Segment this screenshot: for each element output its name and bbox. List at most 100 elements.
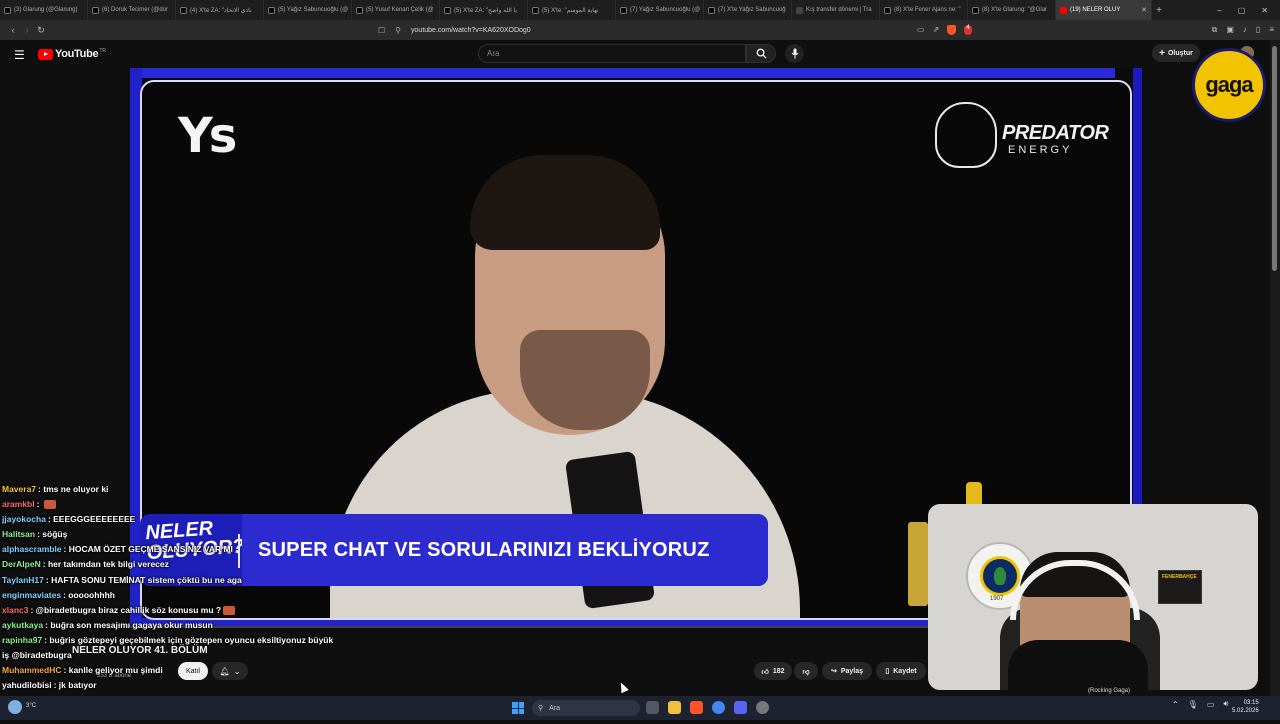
chat-text: @biradetbugra biraz cahillik söz konusu … (35, 604, 222, 615)
search-input[interactable]: Ara (478, 44, 746, 63)
weather-icon[interactable] (8, 700, 22, 714)
browser-tab[interactable]: (7) Yağız Sabuncuoğlu (@ (616, 0, 704, 20)
chat-text: EEEGGGEEEEEEEE (53, 514, 136, 525)
file-explorer-icon[interactable] (668, 701, 681, 714)
site-info-icon[interactable]: ⚲ (395, 26, 401, 35)
wallet-icon[interactable]: ▣ (1226, 25, 1234, 35)
webcam-caption: (Rocking Gaga) (1088, 688, 1131, 694)
plus-icon: + (1159, 47, 1165, 59)
browser-tab[interactable]: (8) X'te Fener Ajans ne: " (880, 0, 968, 20)
chat-username: enginmaviates (2, 589, 62, 600)
screen-icon[interactable]: ▭ (917, 25, 925, 35)
taskbar-search[interactable]: ⚲ Ara (532, 700, 640, 716)
youtube-favicon-icon (1060, 6, 1067, 14)
chat-text: buğra son mesajımı gagaya okur musun (50, 619, 213, 630)
chat-separator: : (36, 499, 42, 510)
back-icon[interactable]: ‹ (6, 25, 20, 35)
menu-icon[interactable]: ≡ (1269, 25, 1274, 35)
windows-start-icon[interactable] (512, 702, 524, 714)
brave-browser-icon[interactable] (690, 701, 703, 714)
scrollbar-thumb[interactable] (1272, 46, 1277, 271)
search-icon (756, 48, 767, 59)
mouse-cursor-icon (617, 680, 629, 694)
browser-tab[interactable]: (4) X'te ZA: "نادي الاتحاد (176, 0, 264, 20)
dislike-button[interactable]: 👎︎ (794, 662, 818, 680)
browser-tab[interactable]: (6) Doruk Tecimer (@dor (88, 0, 176, 20)
forward-icon[interactable]: › (20, 25, 34, 35)
mic-tray-icon[interactable]: 🎙︎ (1188, 700, 1198, 709)
share-icon: ↪ (830, 668, 837, 675)
wall-poster-text: FENERBAHÇE (1162, 574, 1197, 580)
chat-text: HAFTA SONU TEMİNAT sistem çöktü bu ne ag… (51, 574, 242, 585)
extensions-icon[interactable]: ⧉ (1212, 25, 1218, 35)
thumbs-up-icon: 👍︎ (761, 668, 769, 676)
close-window-button[interactable]: ✕ (1261, 6, 1268, 15)
browser-tab[interactable]: (5) X'te: "نهاية الموسم (528, 0, 616, 20)
search-button[interactable] (746, 44, 776, 63)
chat-username: Halitsan (2, 529, 36, 540)
reload-icon[interactable]: ↻ (34, 25, 48, 36)
voice-search-button[interactable] (785, 44, 804, 63)
browser-tab[interactable]: Kış transfer dönemi | Tra (792, 0, 880, 20)
settings-icon[interactable] (756, 701, 769, 714)
task-view-icon[interactable] (646, 701, 659, 714)
chat-text: tms ne oluyor ki (43, 484, 109, 494)
taskbar-search-icon: ⚲ (538, 705, 544, 712)
browser-tab-label: (7) Yağız Sabuncuoğlu (@ (630, 7, 701, 13)
share-label: Paylaş (840, 667, 864, 675)
youtube-logo[interactable]: YouTube TR (38, 48, 106, 60)
chat-username: aramkbl (2, 499, 35, 510)
chrome-icon[interactable] (712, 701, 725, 714)
chat-text: ooooohhhh (68, 589, 115, 600)
thumbs-down-icon: 👎︎ (802, 668, 810, 676)
chat-username: Mavera7 (2, 484, 37, 494)
crest-year: 1907 (990, 596, 1004, 602)
lower-third-text: SUPER CHAT VE SORULARINIZI BEKLİYORUZ (258, 538, 710, 561)
new-tab-button[interactable]: + (1152, 5, 1166, 16)
share-page-icon[interactable]: ⇗ (933, 25, 940, 35)
browser-tab[interactable]: (5) X'te ZA: "يا الله واضح (440, 0, 528, 20)
url-field[interactable]: ☐ ⚲ youtube.com/watch?v=KA620XODog0 (378, 23, 878, 37)
weather-temp: 3°C (26, 703, 37, 709)
chat-username: jjayokocha (2, 514, 46, 525)
window-controls: – ▢ ✕ (1217, 6, 1280, 15)
like-count: 182 (772, 667, 785, 675)
close-tab-icon[interactable]: ✕ (1139, 6, 1147, 14)
browser-tab[interactable]: (19) NELER OLUY ✕ (1056, 0, 1152, 20)
x-favicon-icon (92, 6, 99, 14)
like-button[interactable]: 👍︎ 182 (754, 662, 792, 680)
browser-tab-label: (5) Yağız Sabuncuoğlu (@ (278, 7, 349, 13)
tray-chevron-icon[interactable]: ⌃ (1172, 700, 1179, 709)
save-label: Kaydet (893, 667, 917, 675)
chat-message: iş @biradetbugra (2, 648, 322, 663)
discord-icon[interactable] (734, 701, 747, 714)
volume-icon[interactable]: 🔊︎ (1223, 699, 1228, 709)
sidebar-icon[interactable]: ▯ (1256, 25, 1260, 35)
browser-tab[interactable]: (7) X'te Yağız Sabuncuoğ (704, 0, 792, 20)
minimize-button[interactable]: – (1217, 6, 1221, 15)
bookmark-icon[interactable]: ☐ (378, 26, 385, 35)
browser-tab[interactable]: (8) X'te Glarung: "@Glar (968, 0, 1056, 20)
chat-username: MuhammedHC (2, 665, 62, 676)
chat-emote-icon (223, 606, 236, 615)
share-button[interactable]: ↪ Paylaş (822, 662, 872, 680)
browser-tab-label: (5) X'te ZA: "يا الله واضح (454, 7, 518, 14)
clock-date: 5.02.2026 (1232, 708, 1259, 714)
save-button[interactable]: ▯ Kaydet (876, 662, 926, 680)
browser-tab[interactable]: (5) Yağız Sabuncuoğlu (@ (264, 0, 352, 20)
taskbar-clock[interactable]: 03:15 5.02.2026 (1232, 699, 1259, 715)
network-icon[interactable]: ▭ (1207, 700, 1215, 709)
x-favicon-icon (708, 6, 715, 14)
maximize-button[interactable]: ▢ (1238, 6, 1246, 15)
brave-shield-icon[interactable] (947, 25, 957, 35)
youtube-wordmark: YouTube (55, 48, 99, 60)
browser-tab[interactable]: (5) Yusuf Kenan Çelik (@ (352, 0, 440, 20)
create-button[interactable]: + Oluştur (1152, 44, 1200, 62)
music-icon[interactable]: ♪ (1243, 25, 1247, 35)
hamburger-menu-icon[interactable]: ☰ (14, 48, 25, 62)
browser-tab[interactable]: (3) Glarung (@Glarung) (0, 0, 88, 20)
chat-message: MuhammedHC: kanlle geliyor mu şimdi (2, 663, 322, 678)
shield-count-badge: 4 (964, 25, 972, 35)
site-favicon-icon (796, 6, 803, 14)
sponsor-subtitle: ENERGY (1008, 144, 1073, 156)
